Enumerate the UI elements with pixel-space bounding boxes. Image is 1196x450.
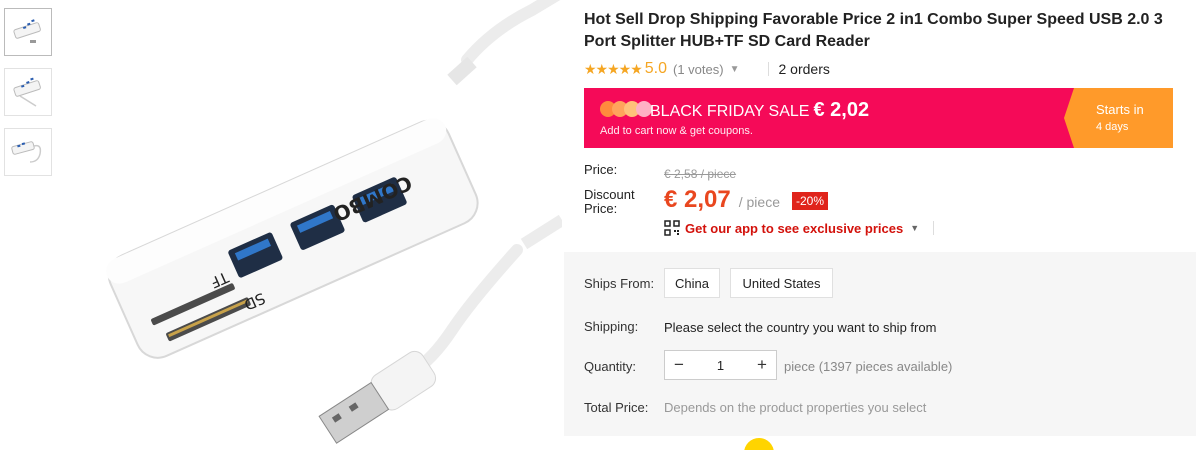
- quantity-label: Quantity:: [584, 359, 637, 374]
- app-offer-row[interactable]: Get our app to see exclusive prices ▼: [664, 220, 935, 236]
- discount-price: € 2,07: [664, 186, 731, 213]
- star-icons: ★★★★★: [584, 60, 643, 77]
- divider: [767, 62, 769, 76]
- price-unit: / piece: [738, 194, 780, 210]
- votes-count[interactable]: (1 votes): [673, 62, 724, 77]
- quantity-input[interactable]: 1: [693, 358, 748, 373]
- product-thumb-image: [13, 19, 41, 43]
- product-title: Hot Sell Drop Shipping Favorable Price 2…: [584, 11, 1163, 50]
- app-offer-link[interactable]: Get our app to see exclusive prices: [685, 221, 903, 236]
- banner-price: € 2,02: [813, 99, 870, 121]
- chevron-down-icon[interactable]: ▼: [730, 64, 740, 75]
- rating-row: ★★★★★ 5.0 (1 votes) ▼ 2 orders: [584, 58, 830, 80]
- shipping-panel: Ships From: China United States Shipping…: [564, 252, 1196, 436]
- bubbles-icon: [600, 101, 652, 117]
- thumbnail-list: [4, 8, 54, 188]
- quantity-decrease-button[interactable]: −: [665, 351, 693, 379]
- product-info: Hot Sell Drop Shipping Favorable Price 2…: [564, 0, 1196, 450]
- caret-down-icon[interactable]: ▼: [910, 223, 919, 233]
- discount-price-row: € 2,07 / piece -20%: [664, 186, 828, 214]
- shipping-text: Please select the country you want to sh…: [664, 320, 937, 335]
- quantity-stepper: − 1 +: [664, 350, 777, 380]
- black-friday-banner[interactable]: BLACK FRIDAY SALE € 2,02 Add to cart now …: [584, 88, 1173, 148]
- original-price: € 2,58 / piece: [664, 167, 737, 181]
- ship-from-china[interactable]: China: [664, 268, 720, 298]
- banner-title: BLACK FRIDAY SALE: [650, 103, 810, 120]
- thumbnail-3[interactable]: [4, 128, 52, 176]
- total-price-text: Depends on the product properties you se…: [664, 400, 927, 415]
- orders-count: 2 orders: [778, 61, 830, 77]
- shipping-label: Shipping:: [584, 319, 639, 334]
- starts-label: Starts in: [1096, 102, 1144, 117]
- ship-from-united-states[interactable]: United States: [730, 268, 833, 298]
- price-label: Price:: [584, 162, 618, 177]
- product-thumb-image: [11, 141, 42, 163]
- divider: [933, 221, 935, 235]
- thumbnail-2[interactable]: [4, 68, 52, 116]
- starts-value: 4 days: [1096, 121, 1129, 133]
- quantity-increase-button[interactable]: +: [748, 351, 776, 379]
- rating-value: 5.0: [644, 60, 668, 77]
- ships-from-label: Ships From:: [584, 276, 655, 291]
- banner-title-row: BLACK FRIDAY SALE € 2,02: [650, 99, 869, 122]
- product-page: TF SD COMBO Hot Sell Drop Shipping Favor…: [0, 0, 1196, 450]
- quantity-availability: piece (1397 pieces available): [784, 359, 953, 374]
- total-price-label: Total Price:: [584, 400, 649, 415]
- thumbnail-1[interactable]: [4, 8, 52, 56]
- banner-main: BLACK FRIDAY SALE € 2,02 Add to cart now …: [584, 88, 1074, 148]
- banner-subtitle: Add to cart now & get coupons.: [600, 125, 753, 137]
- banner-countdown: Starts in 4 days: [1064, 88, 1173, 148]
- discount-badge: -20%: [791, 192, 828, 210]
- discount-price-label: Discount Price:: [584, 187, 635, 216]
- usb-hub-illustration: TF SD COMBO: [106, 0, 566, 444]
- product-thumb-image: [13, 77, 41, 107]
- qr-code-icon: [664, 220, 680, 236]
- main-product-image[interactable]: TF SD COMBO: [62, 0, 566, 450]
- floating-badge[interactable]: [744, 438, 774, 450]
